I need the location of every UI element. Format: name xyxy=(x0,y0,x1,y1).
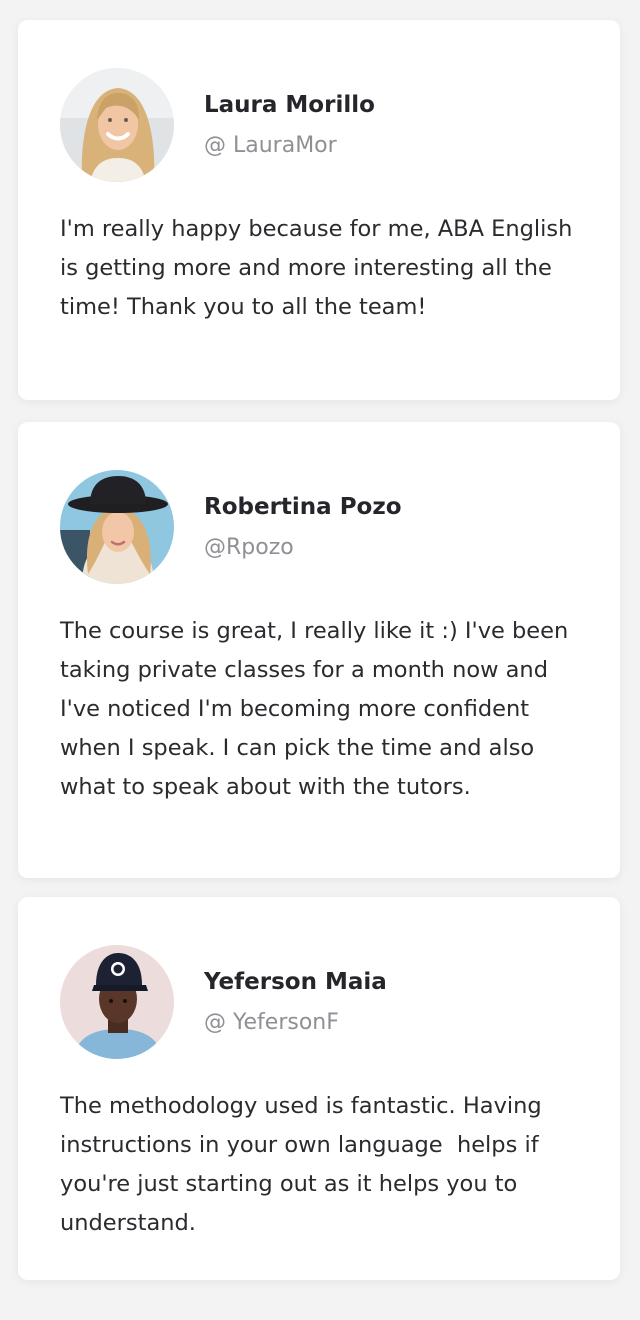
testimonial-text: The course is great, I really like it :)… xyxy=(60,618,576,800)
man-cap-portrait-icon xyxy=(60,945,174,1059)
testimonial-header: Laura Morillo @ LauraMor xyxy=(60,68,375,182)
testimonial-header: Yeferson Maia @ YefersonF xyxy=(60,945,387,1059)
author-handle: @ LauraMor xyxy=(204,132,337,158)
testimonial-text: I'm really happy because for me, ABA Eng… xyxy=(60,216,580,320)
author-handle: @Rpozo xyxy=(204,534,294,560)
testimonial-card: Laura Morillo @ LauraMor I'm really happ… xyxy=(18,20,620,400)
woman-blonde-portrait-icon xyxy=(60,68,174,182)
author-name: Robertina Pozo xyxy=(204,493,402,520)
author-handle: @ YefersonF xyxy=(204,1009,339,1035)
author-name: Yeferson Maia xyxy=(204,968,387,995)
testimonial-text: The methodology used is fantastic. Havin… xyxy=(60,1093,549,1236)
testimonial-list: Laura Morillo @ LauraMor I'm really happ… xyxy=(0,0,640,1320)
author-name: Laura Morillo xyxy=(204,91,375,118)
testimonial-card: Robertina Pozo @Rpozo The course is grea… xyxy=(18,422,620,878)
testimonial-header: Robertina Pozo @Rpozo xyxy=(60,470,402,584)
woman-black-hat-portrait-icon xyxy=(60,470,174,584)
testimonial-card: Yeferson Maia @ YefersonF The methodolog… xyxy=(18,897,620,1280)
